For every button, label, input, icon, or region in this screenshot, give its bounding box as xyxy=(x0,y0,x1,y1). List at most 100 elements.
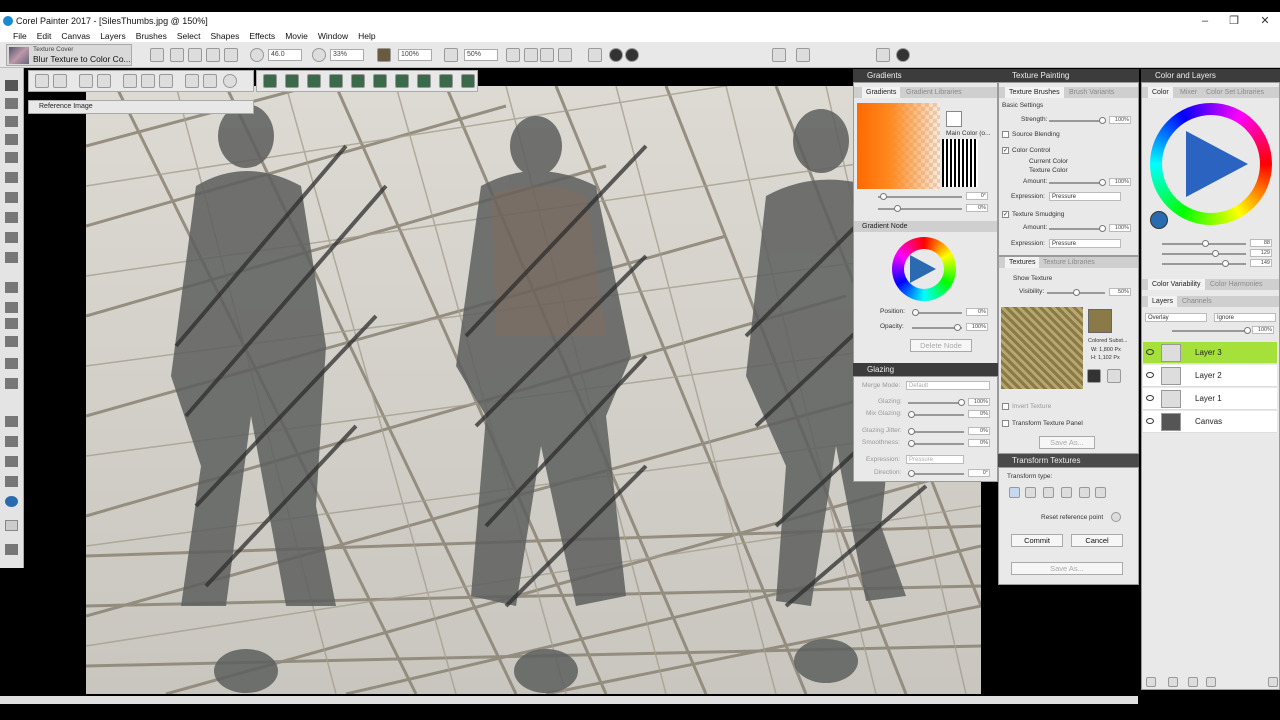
transform-textures-header[interactable]: Transform Textures xyxy=(998,454,1139,467)
opacity-value[interactable]: 100% xyxy=(966,323,988,331)
red-value[interactable]: 88 xyxy=(1250,239,1272,247)
show-texture-label[interactable]: Show Texture xyxy=(1013,275,1052,282)
layer-row-layer-2[interactable]: Layer 2 xyxy=(1143,365,1277,387)
fill-tool-icon[interactable] xyxy=(5,116,18,127)
record-icon[interactable] xyxy=(896,48,910,62)
glazing-expression-dropdown[interactable]: Pressure xyxy=(906,455,964,464)
option-icon[interactable] xyxy=(540,48,554,62)
rotate-page-icon[interactable] xyxy=(5,476,18,487)
transform-save-as-button[interactable]: Save As... xyxy=(1011,562,1123,575)
texture-download-icon[interactable] xyxy=(1087,369,1101,383)
opacity-field[interactable]: 33% xyxy=(330,49,364,61)
maximize-button[interactable]: ❐ xyxy=(1219,13,1249,29)
menu-brushes[interactable]: Brushes xyxy=(131,31,172,41)
shape-tool-icon[interactable] xyxy=(5,302,18,313)
pen-tool-icon[interactable] xyxy=(5,282,18,293)
smoothness-slider[interactable] xyxy=(908,440,964,447)
glazing-direction-slider[interactable] xyxy=(908,470,964,477)
tab-color[interactable]: Color xyxy=(1148,87,1173,98)
expression-dropdown[interactable]: Pressure xyxy=(1049,192,1121,201)
layer-adjuster-tool-icon[interactable] xyxy=(5,152,18,163)
eye-icon[interactable] xyxy=(1146,418,1154,424)
lock-icon[interactable] xyxy=(1206,677,1216,687)
commit-button[interactable]: Commit xyxy=(1011,534,1063,547)
mirror-tool-icon[interactable] xyxy=(5,358,18,369)
menu-canvas[interactable]: Canvas xyxy=(56,31,95,41)
grain-field[interactable]: 100% xyxy=(398,49,432,61)
glazing-direction-value[interactable]: 0° xyxy=(968,469,990,477)
menu-shapes[interactable]: Shapes xyxy=(206,31,245,41)
divine-proportion-icon[interactable] xyxy=(5,416,18,427)
stroke-type-2-icon[interactable] xyxy=(188,48,202,62)
minimize-button[interactable]: – xyxy=(1190,13,1220,29)
texture-save-as-button[interactable]: Save As... xyxy=(1039,436,1095,449)
dock-brush-5-icon[interactable] xyxy=(351,74,365,88)
current-color-swatch[interactable] xyxy=(1150,211,1168,229)
save-icon[interactable] xyxy=(53,74,67,88)
transform-scale-icon[interactable] xyxy=(1025,487,1036,498)
undo-icon[interactable] xyxy=(79,74,93,88)
bleed-field[interactable]: 50% xyxy=(464,49,498,61)
brush-tool-icon[interactable] xyxy=(5,80,18,91)
gradient-type-icon[interactable] xyxy=(946,111,962,127)
redo-icon[interactable] xyxy=(97,74,111,88)
copy-icon[interactable] xyxy=(141,74,155,88)
menu-help[interactable]: Help xyxy=(353,31,380,41)
stroke-type-3-icon[interactable] xyxy=(206,48,220,62)
mix-glazing-value[interactable]: 0% xyxy=(968,410,990,418)
stroke-type-4-icon[interactable] xyxy=(224,48,238,62)
source-blending-checkbox[interactable] xyxy=(1002,131,1009,138)
layout-2-icon[interactable] xyxy=(796,48,810,62)
green-slider[interactable] xyxy=(1162,250,1246,257)
dock-brush-2-icon[interactable] xyxy=(285,74,299,88)
layer-row-layer-1[interactable]: Layer 1 xyxy=(1143,388,1277,410)
delete-node-button[interactable]: Delete Node xyxy=(910,339,972,352)
grabber-icon[interactable] xyxy=(5,436,18,447)
tab-color-set-libraries[interactable]: Color Set Libraries xyxy=(1202,87,1268,98)
menu-effects[interactable]: Effects xyxy=(244,31,280,41)
layer-mask-icon[interactable] xyxy=(1168,677,1178,687)
tab-layers[interactable]: Layers xyxy=(1148,296,1178,307)
composite-depth-dropdown[interactable]: Ignore xyxy=(1214,313,1276,322)
invert-texture-checkbox[interactable] xyxy=(1002,403,1009,410)
glazing-value[interactable]: 100% xyxy=(968,398,990,406)
color-layers-header[interactable]: Color and Layers xyxy=(1141,69,1280,82)
gradient-thumbs[interactable] xyxy=(942,139,978,187)
brush-icon[interactable] xyxy=(203,74,217,88)
text-tool-icon[interactable] xyxy=(5,318,18,329)
dock-brush-10-icon[interactable] xyxy=(461,74,475,88)
main-color-swatch[interactable] xyxy=(5,496,18,507)
dock-brush-4-icon[interactable] xyxy=(329,74,343,88)
tab-brush-variants[interactable]: Brush Variants xyxy=(1065,87,1118,98)
cancel-x-icon[interactable] xyxy=(625,48,639,62)
texture-frame-icon[interactable] xyxy=(1107,369,1121,383)
dock-brush-6-icon[interactable] xyxy=(373,74,387,88)
composite-method-dropdown[interactable]: Overlay xyxy=(1145,313,1207,322)
gradient-node-header[interactable]: Gradient Node xyxy=(854,221,997,232)
stamp-icon[interactable] xyxy=(588,48,602,62)
position-slider[interactable] xyxy=(912,309,962,316)
amount-value[interactable]: 100% xyxy=(1109,178,1131,186)
reset-reference-icon[interactable] xyxy=(1111,512,1121,522)
gradient-repeat-value[interactable]: 0% xyxy=(966,204,988,212)
merge-mode-dropdown[interactable]: Default xyxy=(906,381,990,390)
cut-icon[interactable] xyxy=(123,74,137,88)
rotate-icon[interactable] xyxy=(506,48,520,62)
menu-file[interactable]: File xyxy=(8,31,32,41)
blue-slider[interactable] xyxy=(1162,260,1246,267)
lasso-icon[interactable] xyxy=(5,212,18,223)
current-color-radio[interactable]: Current Color xyxy=(1029,158,1068,165)
layer-opacity-value[interactable]: 100% xyxy=(1252,326,1274,334)
amount-slider[interactable] xyxy=(1049,179,1106,186)
strength-slider[interactable] xyxy=(1049,117,1106,124)
glazing-panel-header[interactable]: Glazing xyxy=(853,363,998,376)
clone-tool-icon[interactable] xyxy=(5,378,18,389)
eye-icon[interactable] xyxy=(1146,395,1154,401)
position-value[interactable]: 0% xyxy=(966,308,988,316)
node-color-wheel[interactable] xyxy=(892,237,956,301)
dock-brush-3-icon[interactable] xyxy=(307,74,321,88)
tab-channels[interactable]: Channels xyxy=(1178,296,1216,307)
transform-skew-icon[interactable] xyxy=(1061,487,1072,498)
layer-row-canvas[interactable]: Canvas xyxy=(1143,411,1277,433)
brush-tool-icon[interactable] xyxy=(150,48,164,62)
